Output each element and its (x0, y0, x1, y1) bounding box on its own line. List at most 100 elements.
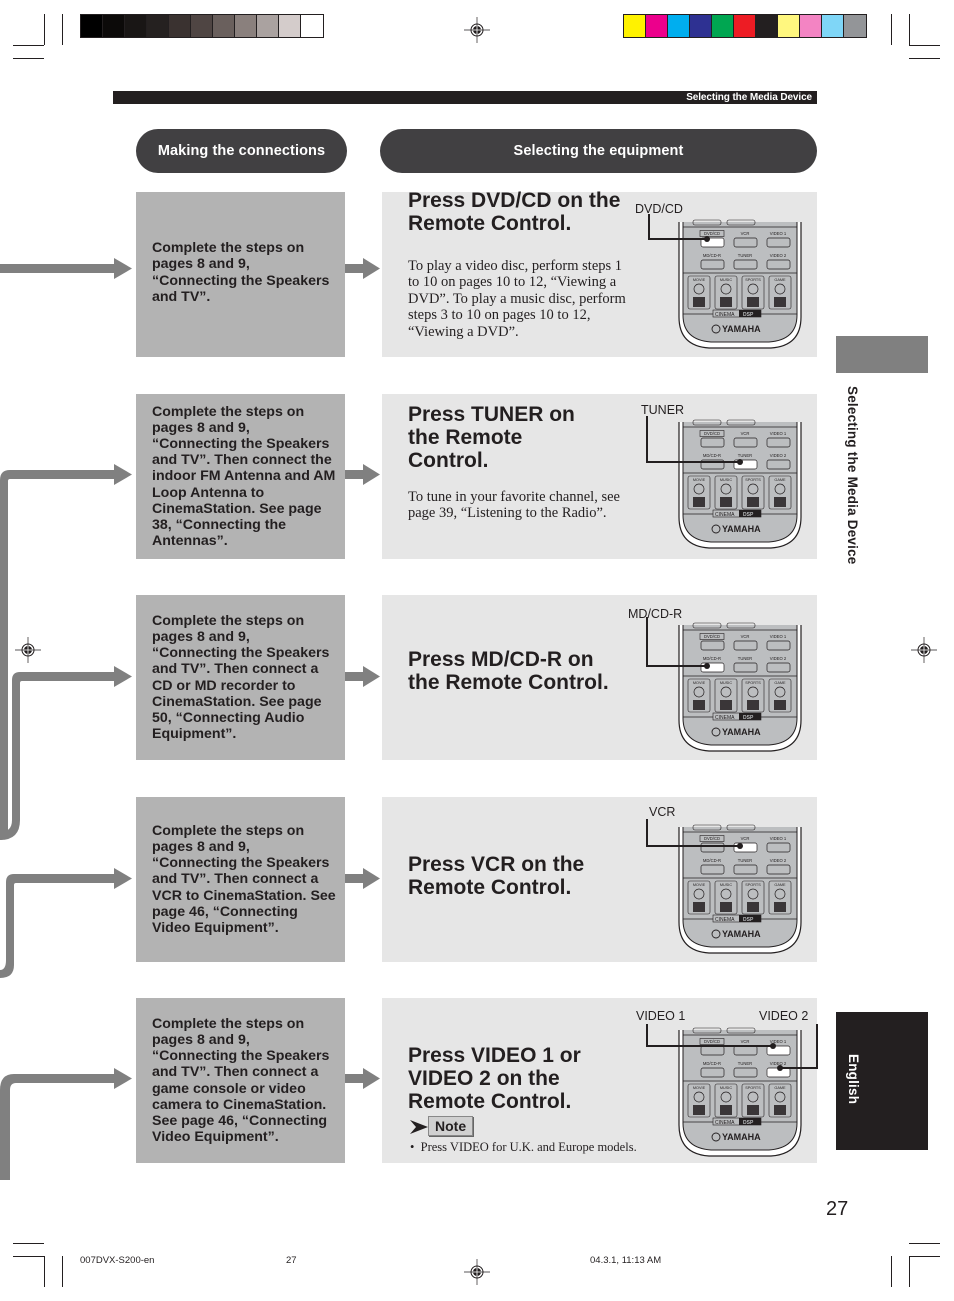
remote-button-label: TUNER (738, 858, 752, 863)
brand-label: YAMAHA (722, 1132, 761, 1142)
mode-icon (747, 297, 759, 307)
color-swatch (301, 15, 323, 37)
remote-button-label: DVD/CD (704, 836, 720, 841)
mode-icon (774, 297, 786, 307)
remote-svg: DVD/CD VCR VIDEO 1MD/CD-R TUNER VIDEO 2MOVIE… (648, 214, 802, 349)
remote-button-label: VCR (741, 231, 750, 236)
dsp-label: CINEMA (715, 1120, 735, 1126)
remote-mode-label: MUSIC (720, 1086, 732, 1090)
connection-text: Complete the steps on pages 8 and 9, “Co… (152, 240, 330, 305)
remote-button-label: VIDEO 1 (770, 634, 787, 639)
remote-button-label: TUNER (738, 1061, 752, 1066)
color-swatch (235, 15, 257, 37)
select-step-video: Press VIDEO 1 or VIDEO 2 on the Remote C… (382, 998, 818, 1163)
color-swatch (103, 15, 125, 37)
remote-control-illustration: DVD/CD VCR VIDEO 1 MD/CD-R TUNER VIDEO 2 MOVIE… (646, 416, 805, 557)
mode-icon (693, 700, 705, 710)
connection-step-video: Complete the steps on pages 8 and 9, “Co… (136, 998, 345, 1163)
note-text: • Press VIDEO for U.K. and Europe models… (410, 1140, 637, 1154)
color-swatch (147, 15, 169, 37)
remote-button (700, 842, 725, 853)
footer-file: 007DVX-S200-en (80, 1255, 155, 1266)
remote-button (733, 1067, 758, 1078)
color-swatch (257, 15, 279, 37)
select-step-mdcdr: Press MD/CD-R on the Remote Control. MD/… (382, 595, 817, 760)
remote-mode-label: GAME (774, 278, 786, 282)
remote-mode-label: MOVIE (693, 681, 706, 685)
remote-mode-label: MUSIC (720, 681, 732, 685)
page-number: 27 (826, 1198, 849, 1220)
remote-mode-label: MUSIC (720, 883, 732, 887)
mode-icon (747, 497, 759, 507)
remote-button-label: MD/CD-R (703, 1061, 721, 1066)
dsp-label: CINEMA (715, 715, 735, 721)
mode-icon (693, 297, 705, 307)
remote-button (766, 237, 791, 248)
remote-mode-label: SPORTS (745, 478, 761, 482)
svg-text:DSP: DSP (743, 1120, 754, 1126)
remote-button-label: VIDEO 2 (770, 858, 787, 863)
brand-label: YAMAHA (722, 929, 761, 939)
remote-button (766, 662, 791, 673)
mode-icon (747, 700, 759, 710)
color-swatch (191, 15, 213, 37)
callout-label-video2: VIDEO 2 (759, 1009, 809, 1023)
remote-button (700, 864, 725, 875)
color-swatch (712, 15, 734, 37)
registration-mark-icon (464, 17, 490, 43)
side-section-label: Selecting the Media Device (845, 386, 860, 565)
remote-mode-label: MUSIC (720, 478, 732, 482)
mode-icon (774, 497, 786, 507)
color-swatch (844, 15, 866, 37)
remote-svg: DVD/CD VCR VIDEO 1MD/CD-R TUNER VIDEO 2MOVIE… (646, 1024, 818, 1157)
remote-button-label: DVD/CD (704, 1039, 720, 1044)
language-tab-label: English (846, 1054, 861, 1105)
remote-button (766, 640, 791, 651)
brand-label: YAMAHA (722, 524, 761, 534)
note-badge: Note (410, 1116, 474, 1136)
color-swatch (624, 15, 646, 37)
remote-button-label: MD/CD-R (703, 858, 721, 863)
step-heading: Press VIDEO 1 or VIDEO 2 on the Remote C… (408, 1044, 581, 1113)
remote-mode-label: GAME (774, 1086, 786, 1090)
remote-button-label: VIDEO 1 (770, 231, 787, 236)
remote-mode-label: GAME (774, 681, 786, 685)
connection-step-dvd: Complete the steps on pages 8 and 9, “Co… (136, 192, 345, 357)
color-swatch (169, 15, 191, 37)
color-swatch (800, 15, 822, 37)
selecting-equipment-heading: Selecting the equipment (380, 129, 817, 173)
color-swatch (756, 15, 778, 37)
remote-mode-label: SPORTS (745, 1086, 761, 1090)
registration-mark-icon (911, 637, 937, 663)
remote-button (733, 640, 758, 651)
note-label: Note (428, 1116, 474, 1136)
color-swatch (646, 15, 668, 37)
remote-mode-label: SPORTS (745, 681, 761, 685)
remote-button (733, 1045, 758, 1056)
remote-button-label: VIDEO 2 (770, 1061, 787, 1066)
remote-button (700, 1045, 725, 1056)
color-swatch (279, 15, 301, 37)
remote-button (700, 640, 725, 651)
svg-text:DSP: DSP (743, 512, 754, 518)
color-swatch (734, 15, 756, 37)
grayscale-color-bar (80, 14, 324, 38)
registration-mark-icon (464, 1259, 490, 1285)
note-pointer-icon (410, 1120, 428, 1134)
note-text-content: Press VIDEO for U.K. and Europe models. (420, 1140, 637, 1154)
dsp-label: CINEMA (715, 512, 735, 518)
remote-button (766, 437, 791, 448)
section-header-title: Selecting the Media Device (686, 92, 812, 103)
remote-mode-label: MOVIE (693, 278, 706, 282)
remote-button (766, 864, 791, 875)
connection-step-tuner: Complete the steps on pages 8 and 9, “Co… (136, 394, 345, 559)
color-swatch (125, 15, 147, 37)
connection-text: Complete the steps on pages 8 and 9, “Co… (152, 612, 330, 743)
footer-page: 27 (286, 1255, 297, 1266)
remote-svg: DVD/CD VCR VIDEO 1MD/CD-R TUNER VIDEO 2MOVIE… (646, 617, 802, 752)
remote-mode-label: SPORTS (745, 883, 761, 887)
remote-button-label: VCR (741, 836, 750, 841)
remote-button-label: VIDEO 1 (770, 836, 787, 841)
connection-text: Complete the steps on pages 8 and 9, “Co… (152, 822, 336, 936)
remote-mode-label: MUSIC (720, 278, 732, 282)
